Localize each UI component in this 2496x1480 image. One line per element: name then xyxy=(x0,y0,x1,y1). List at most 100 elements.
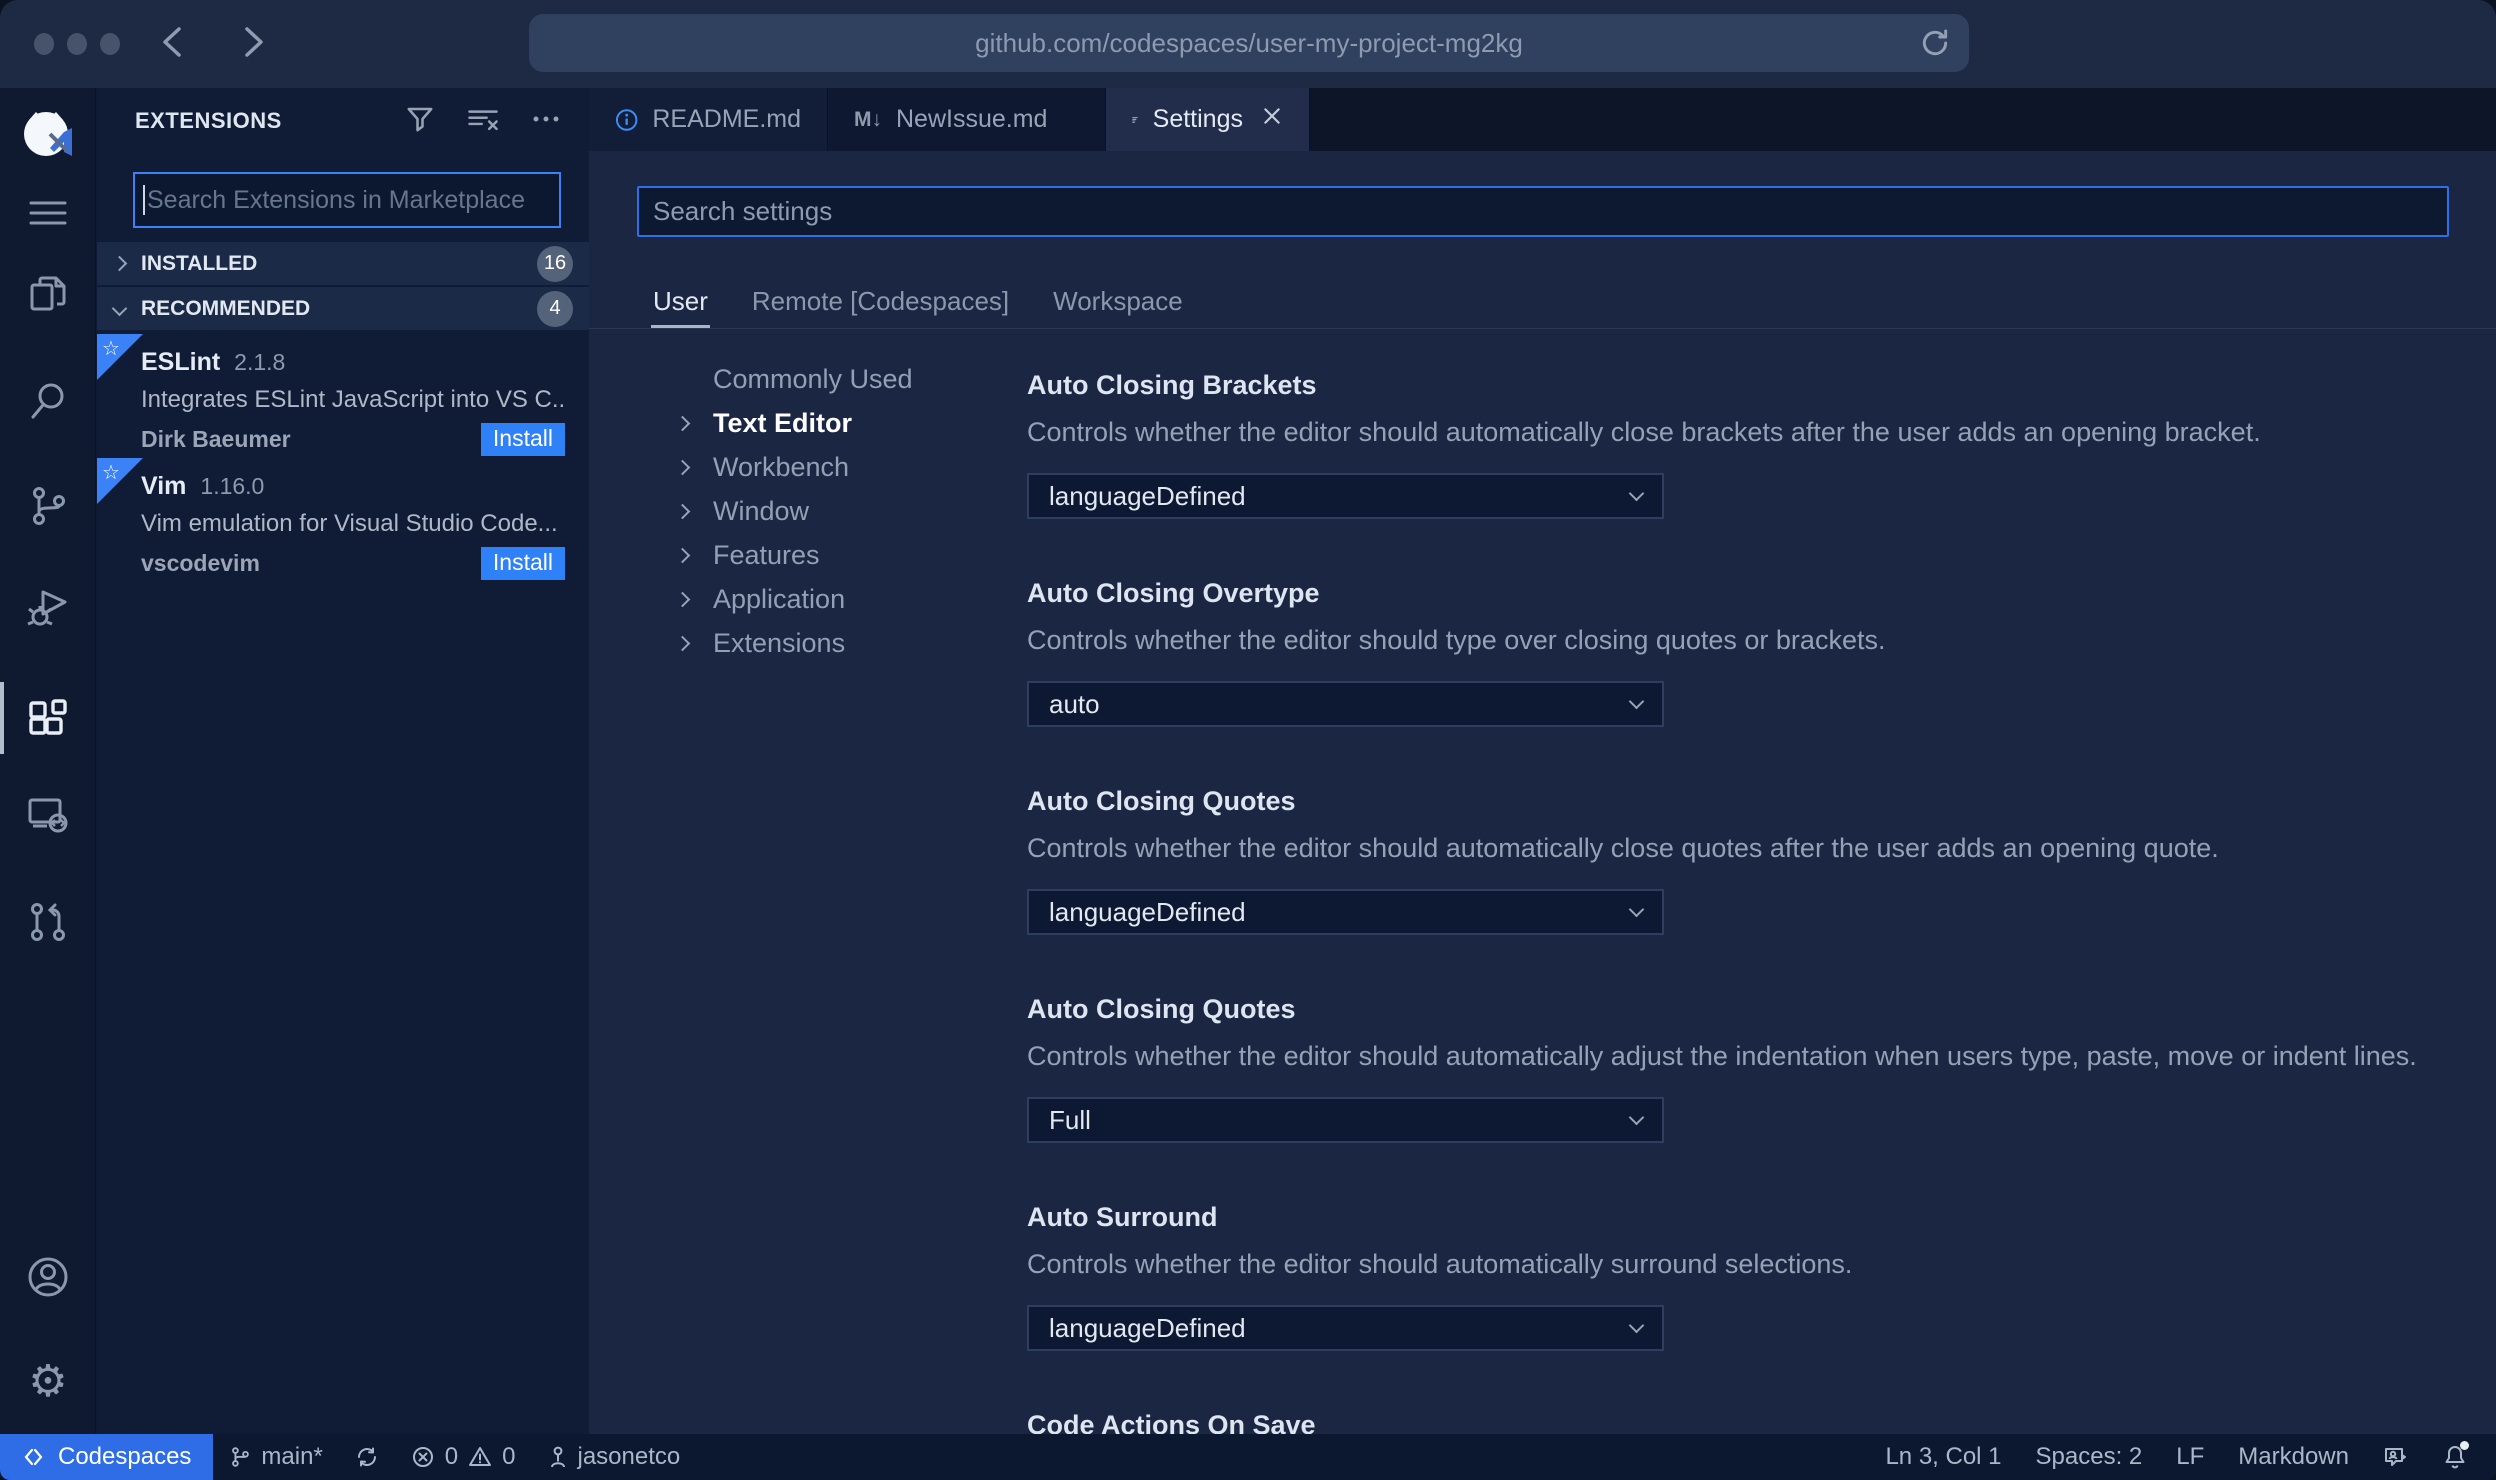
filter-icon[interactable] xyxy=(405,104,435,139)
sync-button[interactable] xyxy=(339,1434,395,1480)
setting-description: Controls whether the editor should autom… xyxy=(1027,1041,2417,1071)
indentation-status[interactable]: Spaces: 2 xyxy=(2019,1434,2160,1480)
chevron-down-icon xyxy=(1628,693,1645,710)
cursor-position[interactable]: Ln 3, Col 1 xyxy=(1868,1434,2018,1480)
toc-features[interactable]: Features xyxy=(645,533,1025,577)
account-icon[interactable] xyxy=(0,1241,96,1313)
extension-author: Dirk Baeumer xyxy=(141,426,291,452)
installed-count-badge: 16 xyxy=(537,245,573,282)
zoom-window-button[interactable] xyxy=(100,33,120,55)
chevron-right-icon xyxy=(674,415,691,431)
toc-application[interactable]: Application xyxy=(645,577,1025,621)
source-control-icon[interactable] xyxy=(0,470,96,542)
setting-description: Controls whether the editor should autom… xyxy=(1027,833,2219,863)
tab-label: Settings xyxy=(1152,105,1243,133)
close-window-button[interactable] xyxy=(34,33,54,55)
chevron-right-icon xyxy=(674,547,691,563)
extensions-search-box[interactable] xyxy=(133,172,561,228)
explorer-icon[interactable] xyxy=(0,259,96,331)
scope-tab-user[interactable]: User xyxy=(651,286,710,328)
setting-auto-indent: Auto Closing Quotes Controls whether the… xyxy=(1027,993,2456,1143)
setting-dropdown[interactable]: languageDefined xyxy=(1027,1305,1664,1351)
browser-titlebar: github.com/codespaces/user-my-project-mg… xyxy=(0,0,2496,88)
tab-label: NewIssue.md xyxy=(896,105,1048,133)
setting-description: Controls whether the editor should autom… xyxy=(1027,417,2261,447)
section-installed[interactable]: INSTALLED 16 xyxy=(97,242,589,286)
toc-extensions[interactable]: Extensions xyxy=(645,621,1025,665)
feedback-button[interactable] xyxy=(2366,1434,2426,1480)
section-recommended[interactable]: RECOMMENDED 4 xyxy=(97,287,589,331)
setting-dropdown[interactable]: auto xyxy=(1027,681,1664,727)
chevron-down-icon xyxy=(1628,901,1645,918)
extension-version: 2.1.8 xyxy=(234,349,286,375)
forward-button[interactable] xyxy=(234,22,274,62)
setting-title: Auto Closing Brackets xyxy=(1027,370,1317,400)
settings-toc: Commonly Used Text Editor Workbench Wind… xyxy=(645,357,1025,665)
tab-newissue[interactable]: M↓ NewIssue.md xyxy=(828,88,1106,151)
notification-dot xyxy=(2460,1441,2469,1450)
extensions-search-input[interactable] xyxy=(147,185,559,215)
extension-description: Integrates ESLint JavaScript into VS C..… xyxy=(141,386,565,413)
pull-request-icon[interactable] xyxy=(0,886,96,958)
chevron-right-icon xyxy=(674,459,691,475)
codespaces-remote-button[interactable]: Codespaces xyxy=(0,1434,214,1480)
branch-status[interactable]: main* xyxy=(213,1434,338,1480)
settings-search-input[interactable] xyxy=(639,196,2447,227)
language-mode[interactable]: Markdown xyxy=(2221,1434,2366,1480)
setting-auto-closing-brackets: Auto Closing Brackets Controls whether t… xyxy=(1027,369,2456,519)
setting-dropdown[interactable]: languageDefined xyxy=(1027,473,1664,519)
run-debug-icon[interactable] xyxy=(0,571,96,643)
window-controls[interactable] xyxy=(34,33,120,55)
search-icon[interactable] xyxy=(0,365,96,437)
settings-list: Auto Closing Brackets Controls whether t… xyxy=(1027,369,2456,1434)
scope-tabs-divider xyxy=(589,328,2496,329)
install-button[interactable]: Install xyxy=(480,547,565,580)
remote-explorer-icon[interactable] xyxy=(0,779,96,851)
address-bar[interactable]: github.com/codespaces/user-my-project-mg… xyxy=(529,14,1969,72)
editor-area: README.md M↓ NewIssue.md Settings Search… xyxy=(589,88,2496,1434)
toc-workbench[interactable]: Workbench xyxy=(645,445,1025,489)
setting-auto-surround: Auto Surround Controls whether the edito… xyxy=(1027,1201,2456,1351)
install-button[interactable]: Install xyxy=(480,423,565,456)
recommended-count-badge: 4 xyxy=(537,290,573,327)
settings-search-box[interactable] xyxy=(637,186,2449,237)
setting-dropdown[interactable]: Full xyxy=(1027,1097,1664,1143)
sync-icon xyxy=(357,1447,376,1467)
extension-item-eslint[interactable]: ☆ ESLint 2.1.8 Integrates ESLint JavaScr… xyxy=(97,334,589,472)
status-bar: Codespaces main* 0 0 jasonetco Ln 3, Col… xyxy=(0,1434,2496,1480)
toc-window[interactable]: Window xyxy=(645,489,1025,533)
url-text: github.com/codespaces/user-my-project-mg… xyxy=(975,27,1523,58)
toc-commonly-used[interactable]: Commonly Used xyxy=(645,357,1025,401)
recommended-ribbon-icon: ☆ xyxy=(97,458,143,504)
settings-gear-icon[interactable]: ⚙ xyxy=(0,1346,96,1418)
extension-item-vim[interactable]: ☆ Vim 1.16.0 Vim emulation for Visual St… xyxy=(97,458,589,596)
tab-readme[interactable]: README.md xyxy=(589,88,828,151)
scope-tab-workspace[interactable]: Workspace xyxy=(1053,286,1183,317)
extension-author: vscodevim xyxy=(141,550,260,576)
settings-list-icon xyxy=(1132,116,1138,123)
extensions-icon[interactable] xyxy=(0,682,96,754)
menu-icon[interactable] xyxy=(0,177,96,249)
minimize-window-button[interactable] xyxy=(67,33,87,55)
setting-dropdown[interactable]: languageDefined xyxy=(1027,889,1664,935)
back-button[interactable] xyxy=(152,22,192,62)
errors-count: 0 xyxy=(444,1443,459,1470)
activity-bar: ⚙ xyxy=(0,88,96,1434)
markdown-icon: M↓ xyxy=(854,107,882,131)
notifications-button[interactable] xyxy=(2426,1434,2484,1480)
eol-status[interactable]: LF xyxy=(2159,1434,2221,1480)
setting-title: Auto Closing Overtype xyxy=(1027,578,1320,608)
tab-settings[interactable]: Settings xyxy=(1106,88,1310,151)
extension-name: Vim xyxy=(141,472,187,500)
toc-text-editor[interactable]: Text Editor xyxy=(645,401,1025,445)
user-status[interactable]: jasonetco xyxy=(532,1434,697,1480)
reload-icon[interactable] xyxy=(1919,27,1951,64)
more-actions-icon[interactable] xyxy=(531,104,561,139)
setting-title: Auto Surround xyxy=(1027,1202,1218,1232)
problems-status[interactable]: 0 0 xyxy=(395,1434,532,1480)
chevron-down-icon xyxy=(111,300,127,317)
scope-tab-remote[interactable]: Remote [Codespaces] xyxy=(752,286,1009,317)
close-tab-icon[interactable] xyxy=(1261,105,1283,134)
chevron-right-icon xyxy=(674,503,691,519)
clear-extensions-search-icon[interactable] xyxy=(467,104,499,139)
